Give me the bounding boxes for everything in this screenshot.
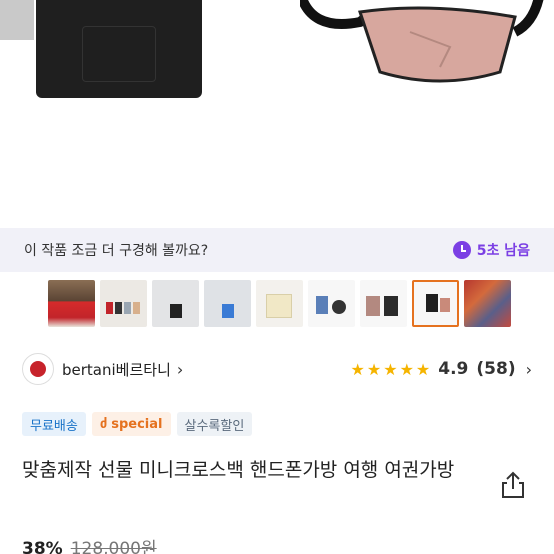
rating-summary[interactable]: ★ ★ ★ ★ ★ 4.9 (58) ›	[351, 359, 532, 379]
open-bag-image	[300, 0, 544, 83]
shop-name[interactable]: bertani베르타니	[62, 359, 171, 380]
star-icon: ★	[366, 359, 382, 379]
star-icon: ★	[415, 359, 431, 379]
star-icon: ★	[383, 359, 398, 379]
special-badge: ძ special	[91, 412, 171, 436]
thumbnail-5[interactable]	[256, 280, 303, 327]
thumbnail-4[interactable]	[204, 280, 251, 327]
timer-remaining: 5초 남음	[452, 240, 530, 260]
badge-row: 무료배송 ძ special 살수록할인	[22, 412, 253, 436]
price-row: 38% 128,000원	[22, 534, 157, 554]
bulk-discount-badge: 살수록할인	[176, 412, 253, 436]
share-icon[interactable]	[498, 470, 528, 500]
special-icon: ძ	[99, 416, 108, 432]
clock-icon	[452, 241, 471, 259]
chevron-right-icon[interactable]: ›	[526, 360, 532, 379]
shop-row[interactable]: bertani베르타니 › ★ ★ ★ ★ ★ 4.9 (58) ›	[22, 352, 532, 386]
discount-rate: 38%	[22, 539, 63, 554]
shop-logo-mark	[30, 361, 46, 377]
rating-score: 4.9	[438, 359, 469, 379]
free-shipping-badge: 무료배송	[22, 412, 86, 436]
product-title: 맞춤제작 선물 미니크로스백 핸드폰가방 여행 여권가방	[22, 459, 455, 481]
product-main-image[interactable]	[0, 0, 554, 228]
thumbnail-1[interactable]	[48, 280, 95, 327]
black-bag-image	[36, 0, 202, 98]
thumbnail-7[interactable]	[360, 280, 407, 327]
special-badge-label: special	[111, 416, 163, 432]
thumbnail-3[interactable]	[152, 280, 199, 327]
review-count: (58)	[476, 359, 516, 379]
shop-logo[interactable]	[22, 353, 54, 385]
thumbnail-8[interactable]	[412, 280, 459, 327]
thumbnail-6[interactable]	[308, 280, 355, 327]
star-icon: ★	[350, 359, 365, 379]
original-price: 128,000원	[70, 539, 157, 554]
timer-remaining-label: 5초 남음	[476, 243, 530, 259]
timer-message: 이 작품 조금 더 구경해 볼까요?	[24, 243, 209, 259]
bag-pocket	[82, 26, 156, 82]
chevron-right-icon[interactable]: ›	[177, 360, 183, 379]
thumbnail-9[interactable]	[464, 280, 511, 327]
browse-timer-banner: 이 작품 조금 더 구경해 볼까요? 5초 남음	[0, 228, 554, 272]
thumbnail-2[interactable]	[100, 280, 147, 327]
hero-backdrop	[0, 0, 34, 40]
thumbnail-strip	[48, 280, 511, 328]
star-icon: ★	[399, 359, 414, 379]
